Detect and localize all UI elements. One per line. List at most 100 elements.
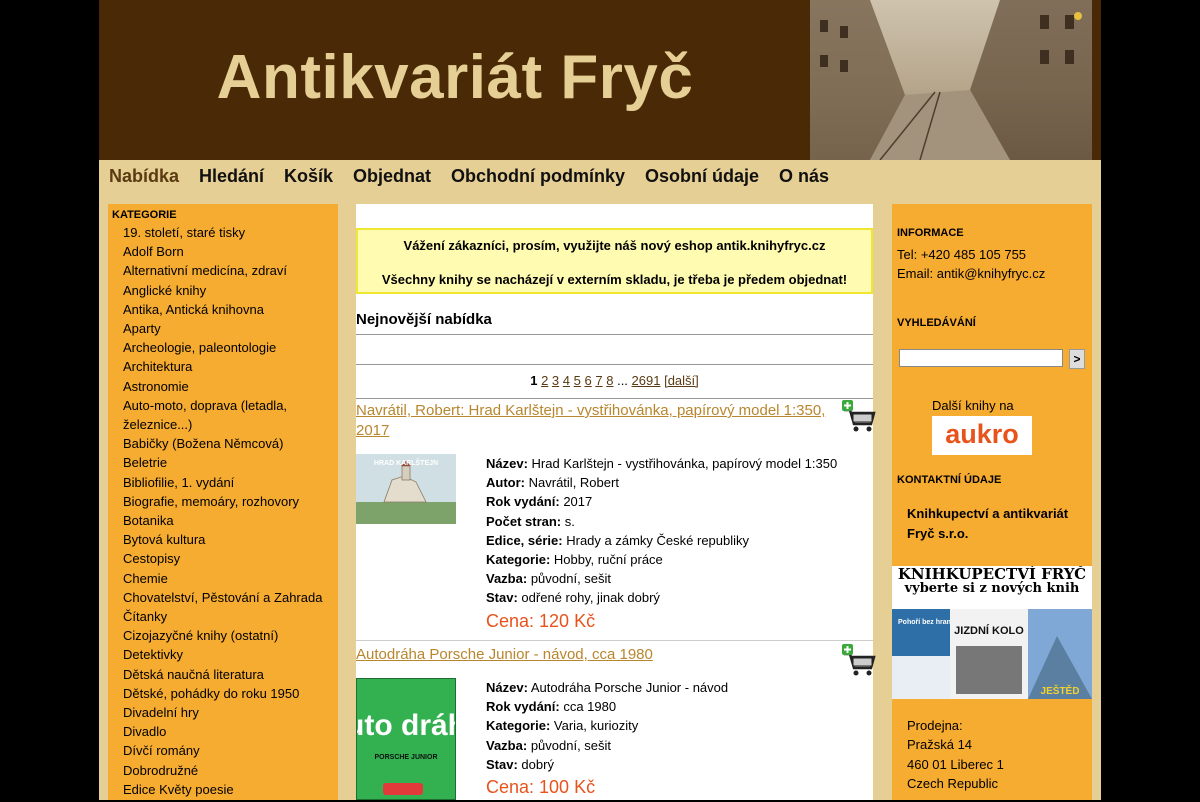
book-field-row: Vazba: původní, sešit: [486, 736, 871, 755]
pager-page[interactable]: 2: [541, 373, 548, 388]
nav-nabidka[interactable]: Nabídka: [109, 166, 179, 187]
pager-page[interactable]: 3: [552, 373, 559, 388]
nav-obchodni-podminky[interactable]: Obchodní podmínky: [451, 166, 625, 187]
nav-objednat[interactable]: Objednat: [353, 166, 431, 187]
field-label: Kategorie:: [486, 718, 551, 734]
category-list: 19. století, staré tisky Adolf Born Altern…: [112, 223, 336, 799]
category-link[interactable]: Biografie, memoáry, rozhovory: [123, 492, 336, 511]
search-input[interactable]: [899, 349, 1063, 367]
nav-o-nas[interactable]: O nás: [779, 166, 829, 187]
company-line-1: Knihkupectví a antikvariát: [907, 506, 1069, 521]
category-link[interactable]: Čítanky: [123, 607, 336, 626]
book-title-link[interactable]: Autodráha Porsche Junior - návod, cca 19…: [356, 645, 836, 665]
field-value: původní, sešit: [530, 571, 612, 587]
field-value: Hobby, ruční práce: [553, 552, 663, 568]
field-label: Počet stran:: [486, 513, 562, 529]
category-link[interactable]: 19. století, staré tisky: [123, 223, 336, 242]
book-cover-thumbnail[interactable]: auto dráha PORSCHE JUNIOR: [329, 678, 483, 800]
category-link[interactable]: Chovatelství, Pěstování a Zahrada: [123, 588, 336, 607]
pager-ellipsis: ...: [617, 373, 628, 388]
pager-page[interactable]: 5: [574, 373, 581, 388]
search-heading: VYHLEDÁVÁNÍ: [897, 317, 976, 329]
category-link[interactable]: Botanika: [123, 511, 336, 530]
nav-kosik[interactable]: Košík: [284, 166, 333, 187]
divider: [356, 334, 873, 335]
notice-line-1: Vážení zákazníci, prosím, využijte náš n…: [403, 238, 826, 253]
category-link[interactable]: Divadelní hry: [123, 703, 336, 722]
book-field-row: Rok vydání: cca 1980: [486, 697, 871, 716]
pager-page[interactable]: 4: [563, 373, 570, 388]
field-value: s.: [564, 513, 575, 529]
category-link[interactable]: Cizojazyčné knihy (ostatní): [123, 626, 336, 645]
category-link[interactable]: Auto-moto, doprava (letadla, železnice..…: [123, 396, 336, 434]
promo-book-title: JEŠTĚD: [1041, 684, 1080, 697]
thumb-subtext: PORSCHE JUNIOR: [374, 754, 437, 761]
notice-line-2: Všechny knihy se nacházejí v externím sk…: [381, 272, 848, 287]
add-to-cart-icon[interactable]: [842, 400, 876, 434]
email-text[interactable]: Email: antik@knihyfryc.cz: [897, 266, 1045, 281]
category-link[interactable]: Chemie: [123, 569, 336, 588]
book-title-link[interactable]: Navrátil, Robert: Hrad Karlštejn - vystř…: [356, 401, 836, 441]
book-field-row: Autor: Navrátil, Robert: [486, 473, 871, 492]
pager-next[interactable]: [další]: [664, 373, 699, 388]
nav-osobni-udaje[interactable]: Osobní údaje: [645, 166, 759, 187]
category-link[interactable]: Antika, Antická knihovna: [123, 300, 336, 319]
page: Antikvariát Fryč Nabídka Hledání Košík O…: [99, 0, 1101, 800]
category-link[interactable]: Beletrie: [123, 453, 336, 472]
category-link[interactable]: Aparty: [123, 319, 336, 338]
notice-box: Vážení zákazníci, prosím, využijte náš n…: [356, 228, 873, 294]
info-sidebar: INFORMACE Tel: +420 485 105 755 Email: a…: [892, 204, 1092, 800]
field-value: Hrad Karlštejn - vystřihovánka, papírový…: [531, 456, 838, 471]
add-to-cart-icon[interactable]: [842, 644, 876, 678]
site-title[interactable]: Antikvariát Fryč: [99, 42, 811, 113]
category-sidebar: KATEGORIE 19. století, staré tisky Adolf …: [108, 204, 338, 800]
aukro-logo[interactable]: aukro: [932, 416, 1032, 455]
field-label: Vazba:: [486, 737, 528, 753]
category-link[interactable]: Babičky (Božena Němcová): [123, 434, 336, 453]
shop-address-line: 460 01 Liberec 1: [907, 757, 1004, 772]
category-link[interactable]: Architektura: [123, 357, 336, 376]
pager-page[interactable]: 6: [585, 373, 592, 388]
pager-page[interactable]: 8: [606, 373, 613, 388]
category-link[interactable]: Detektivky: [123, 645, 336, 664]
book-field-row: Počet stran: s.: [486, 512, 871, 531]
search-button[interactable]: >: [1069, 349, 1085, 369]
category-link[interactable]: Dětská naučná literatura: [123, 665, 336, 684]
main-nav: Nabídka Hledání Košík Objednat Obchodní …: [99, 160, 1101, 204]
pager-page[interactable]: 7: [595, 373, 602, 388]
field-label: Autor:: [486, 475, 525, 491]
book-cover-thumbnail[interactable]: HRAD KARLŠTEJN: [356, 454, 456, 524]
pagination: 1 2 3 4 5 6 7 8 ... 2691 [další]: [356, 373, 873, 388]
book-price: Cena: 120 Kč: [486, 610, 596, 631]
category-link[interactable]: Cestopisy: [123, 549, 336, 568]
bookstore-promo-banner[interactable]: KNIHKUPECTVÍ FRYČ vyberte si z nových kn…: [892, 566, 1092, 699]
category-link[interactable]: Anglické knihy: [123, 281, 336, 300]
category-link[interactable]: Divadlo: [123, 722, 336, 741]
category-link[interactable]: Archeologie, paleontologie: [123, 338, 336, 357]
book-price: Cena: 100 Kč: [486, 777, 596, 798]
pager-last[interactable]: 2691: [632, 373, 661, 388]
field-label: Stav:: [486, 590, 518, 606]
book-field-row: Název: Autodráha Porsche Junior - návod: [486, 678, 871, 697]
category-link[interactable]: Bibliofilie, 1. vydání: [123, 473, 336, 492]
shop-address-line: Pražská 14: [907, 737, 973, 752]
field-label: Vazba:: [486, 571, 528, 587]
field-value: cca 1980: [563, 699, 617, 715]
shop-address-line: Czech Republic: [907, 776, 999, 791]
category-link[interactable]: Dětské, pohádky do roku 1950: [123, 684, 336, 703]
field-value: odřené rohy, jinak dobrý: [521, 590, 660, 606]
promo-book-title: Pohoří bez hranic: [898, 619, 957, 626]
category-link[interactable]: Alternativní medicína, zdraví: [123, 261, 336, 280]
divider: [356, 364, 873, 365]
category-link[interactable]: Dobrodružné: [123, 761, 336, 780]
book-details: Název: Autodráha Porsche Junior - návod R…: [486, 678, 871, 797]
header-street-photo: [810, 0, 1092, 160]
category-link[interactable]: Dívčí romány: [123, 741, 336, 760]
category-link[interactable]: Edice Květy poesie: [123, 780, 336, 799]
category-link[interactable]: Bytová kultura: [123, 530, 336, 549]
nav-hledani[interactable]: Hledání: [199, 166, 264, 187]
category-link[interactable]: Adolf Born: [123, 242, 336, 261]
category-link[interactable]: Astronomie: [123, 377, 336, 396]
main-content: Vážení zákazníci, prosím, využijte náš n…: [329, 204, 876, 800]
phone-text: Tel: +420 485 105 755: [897, 247, 1027, 262]
